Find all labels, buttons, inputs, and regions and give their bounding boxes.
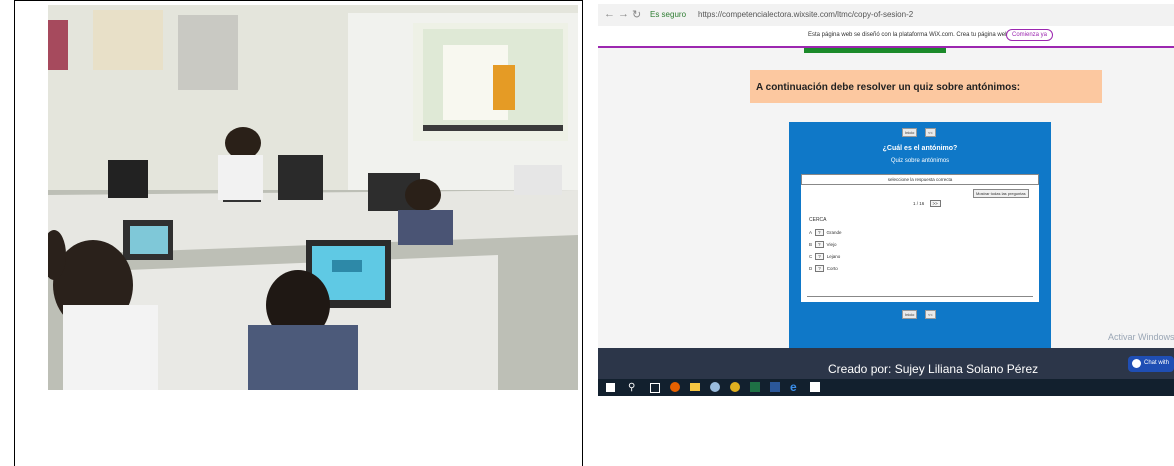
wix-start-button[interactable]: Comienza ya xyxy=(1006,29,1054,41)
instruction-text: A continuación debe resolver un quiz sob… xyxy=(756,82,1021,93)
option-letter: D xyxy=(809,266,813,271)
option-text: Corto xyxy=(826,266,838,271)
edge-icon[interactable]: e xyxy=(790,380,797,394)
quiz-prev-button-bottom[interactable]: << xyxy=(925,310,936,319)
option-letter: A xyxy=(809,230,813,235)
option-b[interactable]: B? Viejo xyxy=(809,241,836,248)
option-select[interactable]: ? xyxy=(815,253,824,260)
option-select[interactable]: ? xyxy=(815,241,824,248)
option-select[interactable]: ? xyxy=(815,229,824,236)
quiz-widget: Inicio << ¿Cuál es el antónimo? Quiz sob… xyxy=(789,122,1051,348)
footer-credit: Creado por: Sujey Liliana Solano Pérez xyxy=(828,362,1039,376)
green-bar xyxy=(804,48,946,53)
paint-icon[interactable] xyxy=(710,382,720,392)
table-border-left xyxy=(14,0,15,466)
forward-icon[interactable]: → xyxy=(618,8,629,20)
site-footer: Creado por: Sujey Liliana Solano Pérez xyxy=(598,348,1174,379)
question-progress: 1 / 16 >> xyxy=(913,200,941,207)
question-panel: seleccione la respuesta correcta Mostrar… xyxy=(801,174,1039,302)
wix-banner: Esta página web se diseñó con la platafo… xyxy=(598,26,1174,48)
option-a[interactable]: A? Grande xyxy=(809,229,842,236)
file-explorer-icon[interactable] xyxy=(690,383,700,391)
chat-label: Chat with xyxy=(1144,360,1170,366)
windows-start-icon[interactable] xyxy=(606,383,615,392)
option-letter: C xyxy=(809,254,813,259)
table-border-top xyxy=(14,0,583,1)
quiz-home-button-top[interactable]: Inicio xyxy=(902,128,918,137)
search-icon[interactable]: ⚲ xyxy=(628,382,635,393)
option-text: Lejano xyxy=(826,254,841,259)
classroom-photo xyxy=(48,5,578,390)
firefox-icon[interactable] xyxy=(670,382,680,392)
chat-widget[interactable]: Chat with xyxy=(1128,356,1174,372)
option-select[interactable]: ? xyxy=(815,265,824,272)
quiz-home-button-bottom[interactable]: Inicio xyxy=(902,310,918,319)
back-icon[interactable]: ← xyxy=(604,8,615,20)
quiz-title: ¿Cuál es el antónimo? xyxy=(882,145,958,152)
question-prompt: seleccione la respuesta correcta xyxy=(801,174,1039,185)
option-text: Viejo xyxy=(826,242,837,247)
show-all-questions-button[interactable]: Mostrar todas las preguntas xyxy=(973,189,1029,198)
activate-windows-watermark: Activar Windows xyxy=(1108,332,1174,342)
windows-taskbar: ⚲ e xyxy=(598,379,1174,396)
progress-text: 1 / 16 xyxy=(913,201,925,206)
option-c[interactable]: C? Lejano xyxy=(809,253,840,260)
wix-banner-message: Esta página web se diseñó con la platafo… xyxy=(808,32,1022,38)
photos-icon[interactable] xyxy=(810,382,820,392)
option-letter: B xyxy=(809,242,813,247)
task-view-icon[interactable] xyxy=(650,383,660,393)
option-text: Grande xyxy=(826,230,842,235)
secure-label: Es seguro xyxy=(650,10,687,19)
chat-icon xyxy=(1132,359,1141,368)
option-d[interactable]: D? Corto xyxy=(809,265,838,272)
panel-divider xyxy=(807,296,1033,297)
quiz-website-screenshot: ← → ↻ Es seguro https://competencialecto… xyxy=(598,4,1174,396)
quiz-subtitle: Quiz sobre antónimos xyxy=(890,158,950,164)
chrome-icon[interactable] xyxy=(730,382,740,392)
address-bar[interactable]: https://competencialectora.wixsite.com/l… xyxy=(698,10,913,19)
reload-icon[interactable]: ↻ xyxy=(632,8,641,21)
instruction-box: A continuación debe resolver un quiz sob… xyxy=(750,70,1102,103)
quiz-prev-button-top[interactable]: << xyxy=(925,128,936,137)
next-question-button[interactable]: >> xyxy=(929,200,941,207)
table-border-middle xyxy=(582,0,583,466)
word-icon[interactable] xyxy=(770,382,780,392)
excel-icon[interactable] xyxy=(750,382,760,392)
question-word: CERCA xyxy=(809,217,827,223)
browser-toolbar: ← → ↻ Es seguro https://competencialecto… xyxy=(598,4,1174,27)
